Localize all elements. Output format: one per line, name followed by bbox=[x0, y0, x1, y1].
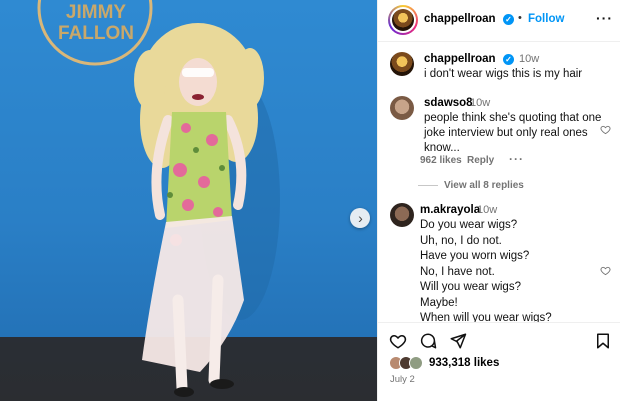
comment-avatar[interactable] bbox=[390, 96, 414, 120]
comment-username[interactable]: sdawso8 bbox=[424, 97, 473, 109]
chevron-right-icon: › bbox=[358, 209, 363, 226]
skirt bbox=[142, 216, 244, 372]
heart-icon[interactable] bbox=[389, 332, 407, 350]
next-photo-button[interactable]: › bbox=[350, 208, 370, 228]
more-horizontal-icon[interactable]: ··· bbox=[509, 152, 524, 166]
post-photo[interactable]: JIMMY FALLON › bbox=[0, 0, 377, 401]
comment-time: 10w bbox=[470, 97, 491, 109]
comment-avatar[interactable] bbox=[390, 203, 414, 227]
header-username[interactable]: chappellroan bbox=[424, 13, 496, 25]
post-panel: chappellroan ✓ • Follow ··· chappellroan… bbox=[377, 0, 620, 401]
likes-count[interactable]: 933,318 likes bbox=[429, 357, 499, 369]
caption-text: i don't wear wigs this is my hair bbox=[424, 68, 583, 80]
comment-likes[interactable]: 962 likes bbox=[420, 155, 462, 166]
verified-badge-icon: ✓ bbox=[503, 54, 514, 65]
more-horizontal-icon[interactable]: ··· bbox=[596, 10, 613, 26]
post-date[interactable]: July 2 bbox=[390, 374, 415, 385]
lips bbox=[192, 94, 204, 100]
view-replies-button[interactable]: View all 8 replies bbox=[444, 180, 524, 191]
sign-text-line1: JIMMY bbox=[66, 2, 127, 23]
comment-username[interactable]: m.akrayola bbox=[420, 204, 480, 216]
post-header: chappellroan ✓ • Follow ··· bbox=[378, 0, 620, 42]
bookmark-icon[interactable] bbox=[594, 332, 612, 350]
sign-text-line2: FALLON bbox=[58, 23, 134, 44]
heart-icon[interactable] bbox=[600, 124, 611, 135]
caption-time: 10w bbox=[519, 53, 540, 65]
comment-time: 10w bbox=[477, 204, 498, 216]
follow-button[interactable]: Follow bbox=[528, 13, 564, 25]
caption-avatar[interactable] bbox=[390, 52, 414, 76]
replies-line bbox=[418, 185, 438, 186]
liker-avatar[interactable] bbox=[409, 356, 423, 370]
photo-illustration: JIMMY FALLON bbox=[37, 0, 280, 397]
avatar bbox=[392, 9, 414, 31]
action-bar: 933,318 likes July 2 bbox=[378, 322, 620, 401]
story-ring[interactable] bbox=[388, 5, 418, 35]
comment-icon[interactable] bbox=[419, 332, 437, 350]
separator-dot: • bbox=[518, 12, 522, 24]
caption-username[interactable]: chappellroan bbox=[424, 53, 496, 65]
verified-badge-icon: ✓ bbox=[503, 14, 514, 25]
comment-text: people think she's quoting that one joke… bbox=[424, 112, 602, 154]
sunglasses bbox=[182, 68, 214, 77]
send-icon[interactable] bbox=[449, 332, 467, 350]
reply-button[interactable]: Reply bbox=[467, 155, 494, 166]
heart-icon[interactable] bbox=[600, 265, 611, 276]
